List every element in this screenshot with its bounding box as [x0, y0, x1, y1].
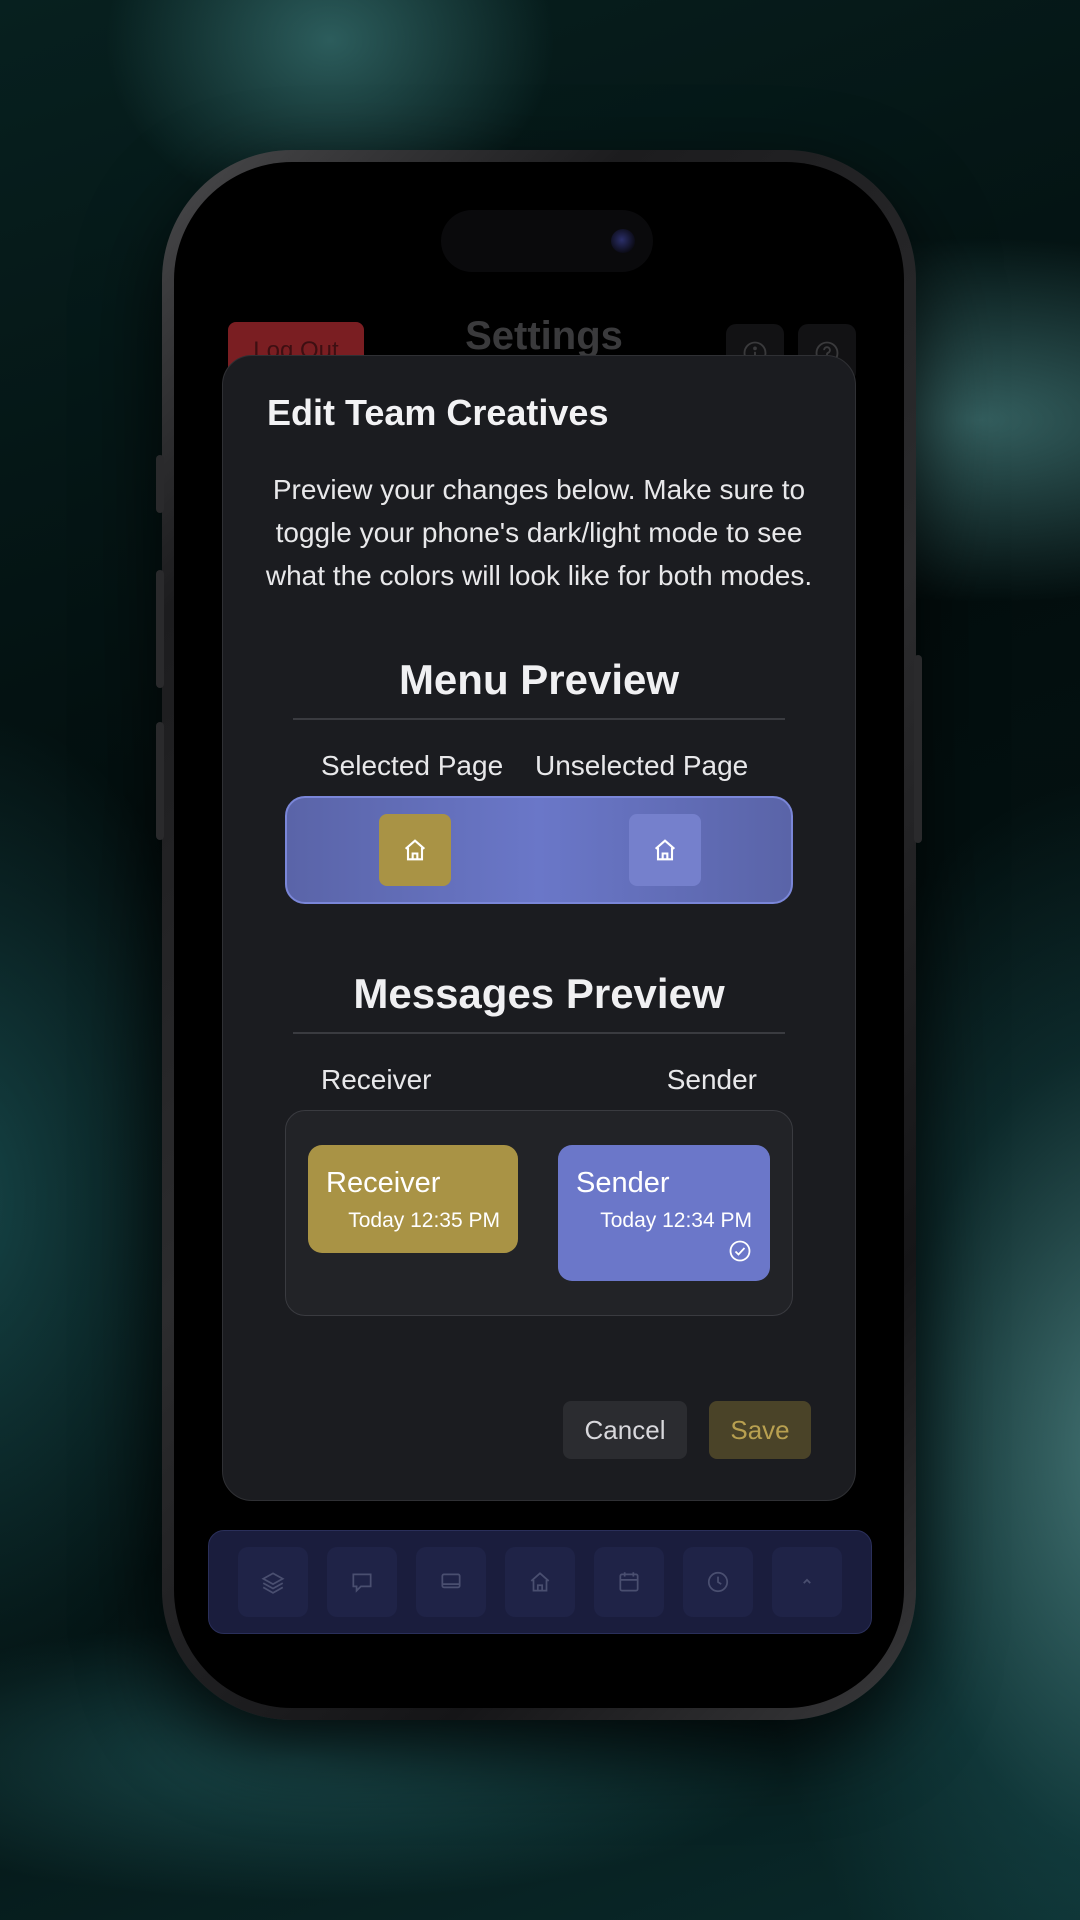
receiver-bubble: Receiver Today 12:35 PM: [308, 1145, 518, 1253]
menu-preview-bar: [285, 796, 793, 904]
power-button: [914, 655, 922, 843]
home-icon: [530, 1572, 550, 1592]
menu-preview-divider: [293, 718, 785, 720]
settings-title: Settings: [465, 314, 623, 358]
receiver-time: Today 12:35 PM: [348, 1209, 500, 1232]
action-button: [156, 455, 164, 513]
sender-name: Sender: [576, 1167, 670, 1199]
volume-up-button: [156, 570, 164, 688]
phone-screen: Log Out Settings Edit Team Creatives Pre…: [174, 162, 904, 1708]
camera-icon: [611, 229, 635, 253]
tab-home[interactable]: [505, 1547, 575, 1617]
tab-layers[interactable]: [238, 1547, 308, 1617]
receiver-name: Receiver: [326, 1167, 441, 1199]
sender-time: Today 12:34 PM: [600, 1209, 752, 1232]
dynamic-island: [441, 210, 653, 272]
menu-preview-title: Menu Preview: [398, 656, 680, 703]
home-icon: [654, 839, 676, 861]
selected-page-button[interactable]: [379, 814, 451, 886]
save-button[interactable]: Save: [709, 1401, 811, 1459]
messages-preview-box: Receiver Today 12:35 PM Sender Today 12:…: [285, 1110, 793, 1316]
check-circle-icon: [729, 1240, 751, 1262]
volume-down-button: [156, 722, 164, 840]
tab-calendar[interactable]: [594, 1547, 664, 1617]
receiver-label: Receiver: [321, 1064, 432, 1095]
chat-bubble-icon: [352, 1573, 372, 1593]
tab-more[interactable]: [772, 1547, 842, 1617]
messages-preview-divider: [293, 1032, 785, 1034]
edit-team-creatives-modal: Edit Team Creatives Preview your changes…: [222, 355, 856, 1501]
tab-media[interactable]: [416, 1547, 486, 1617]
cancel-button[interactable]: Cancel: [563, 1401, 687, 1459]
unselected-page-label: Unselected Page: [535, 750, 749, 781]
selected-page-label: Selected Page: [321, 750, 504, 781]
layers-icon: [261, 1572, 285, 1594]
sender-bubble: Sender Today 12:34 PM: [558, 1145, 770, 1281]
clock-icon: [707, 1571, 729, 1593]
messages-preview-title: Messages Preview: [353, 970, 725, 1017]
tab-history[interactable]: [683, 1547, 753, 1617]
chevron-up-icon: [803, 1578, 811, 1584]
home-icon: [404, 839, 426, 861]
tab-messages[interactable]: [327, 1547, 397, 1617]
bottom-tab-bar: [208, 1530, 872, 1634]
calendar-icon: [619, 1572, 639, 1592]
sender-label: Sender: [666, 1064, 757, 1095]
modal-description: Preview your changes below. Make sure to…: [265, 474, 813, 591]
modal-title: Edit Team Creatives: [267, 392, 609, 433]
monitor-icon: [441, 1573, 461, 1589]
unselected-page-button[interactable]: [629, 814, 701, 886]
phone-frame: Log Out Settings Edit Team Creatives Pre…: [156, 150, 922, 1720]
